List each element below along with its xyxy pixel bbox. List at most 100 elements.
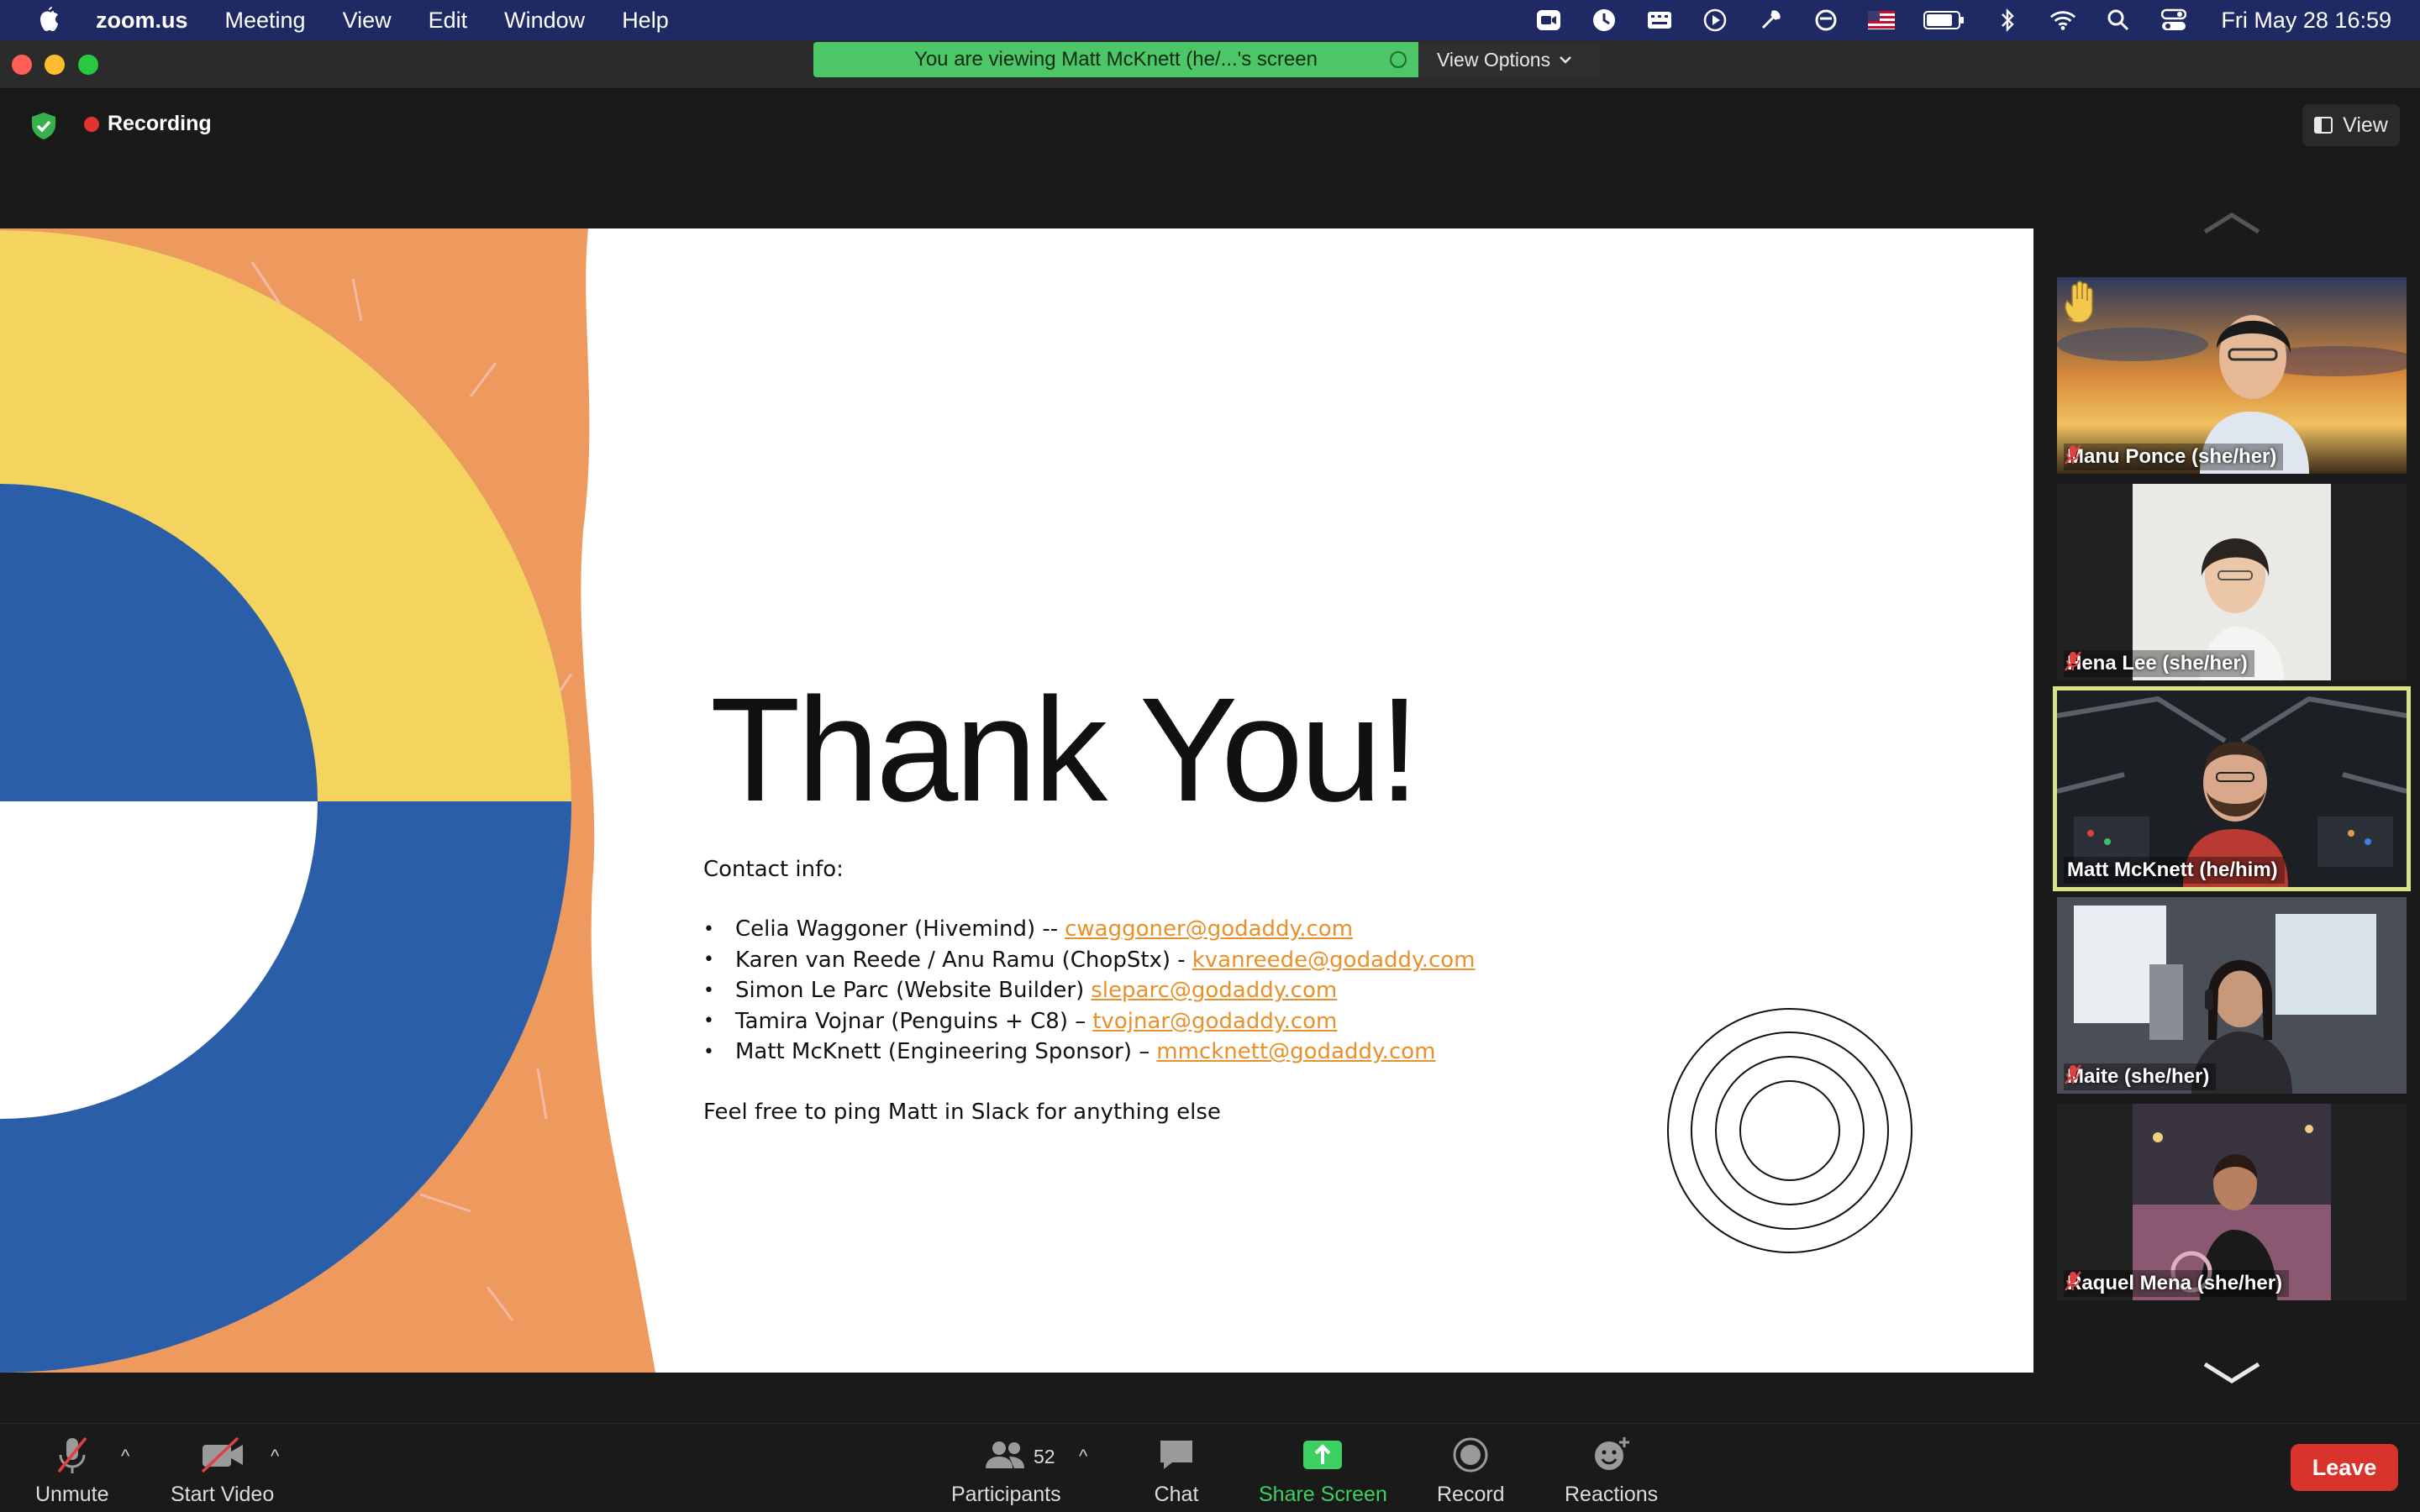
slide-decorative-art <box>0 228 655 1373</box>
video-options-caret-icon[interactable]: ^ <box>271 1446 279 1467</box>
bullet-icon: • <box>703 1041 714 1063</box>
recording-label: Recording <box>108 112 212 135</box>
contact-email-link[interactable]: sleparc@godaddy.com <box>1091 978 1337 1003</box>
participant-name: Manu Ponce (she/her) <box>2067 445 2277 468</box>
keyboard-icon[interactable] <box>1646 7 1673 34</box>
view-button-label: View <box>2343 113 2388 137</box>
participant-tile-active-speaker[interactable]: Matt McKnett (he/him) <box>2053 686 2411 891</box>
menubar-clock[interactable]: Fri May 28 16:59 <box>2221 8 2391 34</box>
record-label: Record <box>1437 1483 1505 1506</box>
contact-item: • Karen van Reede / Anu Ramu (ChopStx) -k… <box>703 945 1476 976</box>
viewing-screen-text: You are viewing Matt McKnett (he/...'s s… <box>914 48 1318 71</box>
muted-mic-icon <box>2065 1064 2081 1084</box>
view-layout-button[interactable]: View <box>2302 104 2400 146</box>
menubar-status-area: Fri May 28 16:59 <box>1535 0 2391 40</box>
contact-name: Celia Waggoner (Hivemind) -- <box>735 916 1059 942</box>
participant-name-tag: Matt McKnett (he/him) <box>2064 857 2285 884</box>
search-icon[interactable] <box>2105 7 2132 34</box>
muted-mic-icon <box>2065 1271 2081 1291</box>
shield-check-icon[interactable] <box>29 111 59 141</box>
participant-name: Matt McKnett (he/him) <box>2067 858 2278 881</box>
audio-options-caret-icon[interactable]: ^ <box>121 1446 129 1467</box>
control-center-icon[interactable] <box>2160 7 2187 34</box>
contact-email-link[interactable]: mmcknett@godaddy.com <box>1156 1039 1435 1064</box>
contact-item: • Celia Waggoner (Hivemind) -- cwaggoner@g… <box>703 914 1476 945</box>
zoom-window-button[interactable] <box>78 55 98 75</box>
participant-tile[interactable]: Manu Ponce (she/her) <box>2057 277 2407 474</box>
concentric-rings-icon <box>1667 1008 1912 1253</box>
meeting-controls-bar: Unmute ^ Start Video ^ Participants 52 ^… <box>0 1423 2420 1512</box>
participant-name: Raquel Mena (she/her) <box>2067 1272 2283 1294</box>
chat-button[interactable]: Chat <box>1151 1434 1202 1507</box>
contact-info-block: Contact info: • Celia Waggoner (Hivemind)… <box>703 857 1476 1125</box>
leave-meeting-button[interactable]: Leave <box>2291 1444 2398 1491</box>
view-options-label: View Options <box>1437 48 1551 71</box>
contact-name: Karen van Reede / Anu Ramu (ChopStx) - <box>735 947 1186 973</box>
play-icon[interactable] <box>1702 7 1728 34</box>
macos-menubar: zoom.us Meeting View Edit Window Help Fr… <box>0 0 2420 40</box>
shared-screen-slide: Thank You! Contact info: • Celia Waggoner… <box>0 228 2033 1373</box>
menu-app-name[interactable]: zoom.us <box>96 8 188 34</box>
share-screen-icon <box>1297 1434 1348 1476</box>
muted-mic-icon <box>2065 444 2081 465</box>
bullet-icon: • <box>703 1011 714 1032</box>
contact-item: • Matt McKnett (Engineering Sponsor) – mmc… <box>703 1037 1476 1068</box>
recording-dot-icon <box>84 116 99 132</box>
raised-hand-icon <box>2065 281 2093 323</box>
record-button[interactable]: Record <box>1437 1434 1505 1507</box>
bullet-icon: • <box>703 979 714 1001</box>
participant-name: Hena Lee (she/her) <box>2067 652 2248 675</box>
participants-label: Participants <box>951 1483 1061 1506</box>
contact-list: • Celia Waggoner (Hivemind) -- cwaggoner@g… <box>703 914 1476 1068</box>
bullet-icon: • <box>703 918 714 940</box>
slide-title: Thank You! <box>710 668 1420 832</box>
minimize-window-button[interactable] <box>45 55 65 75</box>
menu-window[interactable]: Window <box>504 8 585 34</box>
record-icon <box>1445 1434 1496 1476</box>
tool-icon[interactable] <box>1757 7 1784 34</box>
contact-email-link[interactable]: kvanreede@godaddy.com <box>1192 948 1476 973</box>
chevron-down-icon <box>1560 56 1571 64</box>
menu-edit[interactable]: Edit <box>429 8 468 34</box>
reactions-emoji-icon <box>1586 1434 1637 1476</box>
contact-name: Matt McKnett (Engineering Sponsor) – <box>735 1039 1150 1065</box>
clock-icon[interactable] <box>1591 7 1618 34</box>
participant-name-tag: Manu Ponce (she/her) <box>2064 444 2284 470</box>
participant-name-tag: Maite (she/her) <box>2064 1063 2217 1090</box>
participant-tile[interactable]: Raquel Mena (she/her) <box>2057 1104 2407 1300</box>
menu-help[interactable]: Help <box>622 8 669 34</box>
participant-tile[interactable]: Hena Lee (she/her) <box>2057 484 2407 680</box>
contact-info-label: Contact info: <box>703 857 844 882</box>
zoom-icon[interactable] <box>1535 7 1562 34</box>
apple-icon[interactable] <box>32 6 66 34</box>
unmute-button[interactable]: Unmute <box>35 1434 109 1507</box>
menu-view[interactable]: View <box>343 8 392 34</box>
participants-options-caret-icon[interactable]: ^ <box>1079 1446 1087 1467</box>
flag-icon[interactable] <box>1868 7 1896 34</box>
status-dot-icon <box>1390 51 1407 68</box>
start-video-button[interactable]: Start Video <box>171 1434 274 1507</box>
share-screen-button[interactable]: Share Screen <box>1259 1434 1387 1507</box>
participant-tile[interactable]: Maite (she/her) <box>2057 897 2407 1094</box>
reactions-label: Reactions <box>1565 1483 1659 1506</box>
start-video-label: Start Video <box>171 1483 275 1506</box>
menu-meeting[interactable]: Meeting <box>225 8 306 34</box>
scroll-up-chevron-icon[interactable] <box>2198 210 2265 235</box>
close-window-button[interactable] <box>12 55 32 75</box>
sync-icon[interactable] <box>1812 7 1839 34</box>
reactions-button[interactable]: Reactions <box>1565 1434 1658 1507</box>
recording-indicator[interactable]: Recording <box>84 112 212 136</box>
slide-footer-note: Feel free to ping Matt in Slack for anyt… <box>703 1099 1221 1125</box>
bluetooth-icon[interactable] <box>1994 7 2021 34</box>
contact-email-link[interactable]: cwaggoner@godaddy.com <box>1065 916 1353 942</box>
contact-item: • Tamira Vojnar (Penguins + C8) – tvojnar@… <box>703 1006 1476 1037</box>
bullet-icon: • <box>703 949 714 971</box>
scroll-down-chevron-icon[interactable] <box>2198 1361 2265 1386</box>
contact-email-link[interactable]: tvojnar@godaddy.com <box>1092 1009 1337 1034</box>
wifi-icon[interactable] <box>2049 7 2076 34</box>
chat-icon <box>1151 1434 1202 1476</box>
battery-icon[interactable] <box>1923 7 1965 34</box>
layout-icon <box>2314 117 2333 134</box>
video-off-icon <box>197 1434 248 1476</box>
view-options-button[interactable]: View Options <box>1418 42 1600 77</box>
